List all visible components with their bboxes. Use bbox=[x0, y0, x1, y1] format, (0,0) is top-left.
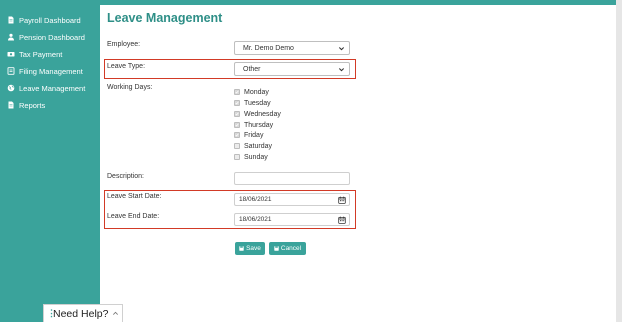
sidebar-item-label: Pension Dashboard bbox=[19, 32, 85, 42]
sidebar-item-label: Reports bbox=[19, 100, 46, 110]
save-icon bbox=[274, 246, 279, 251]
save-icon bbox=[239, 246, 244, 251]
leave-type-select-value: Other bbox=[243, 65, 261, 73]
checkbox[interactable] bbox=[234, 132, 240, 138]
day-checkbox-sunday[interactable]: Sunday bbox=[234, 152, 268, 162]
sidebar-item-tax-payment[interactable]: Tax Payment bbox=[6, 47, 62, 61]
sidebar: Payroll Dashboard Pension Dashboard Tax … bbox=[0, 0, 100, 322]
employee-select-value: Mr. Demo Demo bbox=[243, 44, 294, 52]
globe-icon bbox=[6, 84, 15, 93]
employee-label: Employee: bbox=[107, 41, 141, 48]
day-checkbox-thursday[interactable]: Thursday bbox=[234, 120, 274, 130]
description-label: Description: bbox=[107, 173, 144, 180]
cancel-button[interactable]: Cancel bbox=[269, 242, 306, 255]
sidebar-item-filing-management[interactable]: Filing Management bbox=[6, 64, 83, 78]
day-label: Sunday bbox=[244, 153, 268, 161]
file-icon bbox=[6, 67, 15, 76]
leave-start-date-value: 18/06/2021 bbox=[239, 196, 272, 203]
checkbox[interactable] bbox=[234, 89, 240, 95]
document-icon bbox=[6, 101, 15, 110]
day-checkbox-wednesday[interactable]: Wednesday bbox=[234, 109, 281, 119]
need-help-label: Need Help? bbox=[53, 307, 109, 320]
sidebar-item-label: Filing Management bbox=[19, 66, 83, 76]
day-checkbox-friday[interactable]: Friday bbox=[234, 130, 264, 140]
leave-end-date-input[interactable]: 18/06/2021 bbox=[234, 213, 350, 226]
page-title: Leave Management bbox=[107, 11, 223, 25]
day-checkbox-saturday[interactable]: Saturday bbox=[234, 141, 273, 151]
day-label: Friday bbox=[244, 131, 264, 139]
top-bar bbox=[100, 0, 616, 5]
day-label: Saturday bbox=[244, 142, 273, 150]
leave-start-date-input[interactable]: 18/06/2021 bbox=[234, 193, 350, 206]
leave-type-select[interactable]: Other bbox=[234, 62, 350, 76]
leave-end-date-label: Leave End Date: bbox=[107, 213, 160, 220]
document-icon bbox=[6, 16, 15, 25]
checkbox[interactable] bbox=[234, 154, 240, 160]
sidebar-item-label: Tax Payment bbox=[19, 49, 63, 59]
day-label: Thursday bbox=[244, 121, 274, 129]
leave-end-date-value: 18/06/2021 bbox=[239, 216, 272, 223]
drag-handle-icon: ⋮ bbox=[47, 308, 56, 318]
checkbox[interactable] bbox=[234, 111, 240, 117]
need-help-widget[interactable]: ⋮ Need Help? bbox=[43, 304, 123, 322]
description-input[interactable] bbox=[234, 172, 350, 185]
sidebar-item-payroll-dashboard[interactable]: Payroll Dashboard bbox=[6, 13, 81, 27]
chevron-down-icon bbox=[338, 68, 345, 72]
day-checkbox-monday[interactable]: Monday bbox=[234, 87, 269, 97]
checkbox[interactable] bbox=[234, 100, 240, 106]
day-checkbox-tuesday[interactable]: Tuesday bbox=[234, 98, 271, 108]
day-label: Tuesday bbox=[244, 99, 271, 107]
cancel-button-label: Cancel bbox=[280, 245, 302, 252]
day-label: Wednesday bbox=[244, 110, 281, 118]
checkbox[interactable] bbox=[234, 122, 240, 128]
working-days-label: Working Days: bbox=[107, 84, 153, 91]
save-button[interactable]: Save bbox=[235, 242, 265, 255]
save-button-label: Save bbox=[246, 245, 261, 252]
sidebar-item-pension-dashboard[interactable]: Pension Dashboard bbox=[6, 30, 85, 44]
sidebar-item-reports[interactable]: Reports bbox=[6, 98, 45, 112]
person-icon bbox=[6, 33, 15, 42]
employee-select[interactable]: Mr. Demo Demo bbox=[234, 41, 350, 55]
sidebar-item-label: Payroll Dashboard bbox=[19, 15, 81, 25]
scrollbar[interactable] bbox=[616, 0, 622, 322]
leave-type-label: Leave Type: bbox=[107, 63, 146, 70]
calendar-icon[interactable] bbox=[338, 216, 346, 224]
day-label: Monday bbox=[244, 88, 269, 96]
leave-start-date-label: Leave Start Date: bbox=[107, 193, 162, 200]
sidebar-item-leave-management[interactable]: Leave Management bbox=[6, 81, 85, 95]
chevron-up-icon[interactable] bbox=[112, 310, 119, 317]
chevron-down-icon bbox=[338, 47, 345, 51]
checkbox[interactable] bbox=[234, 143, 240, 149]
sidebar-item-label: Leave Management bbox=[19, 83, 86, 93]
calendar-icon[interactable] bbox=[338, 196, 346, 204]
money-icon bbox=[6, 50, 15, 59]
